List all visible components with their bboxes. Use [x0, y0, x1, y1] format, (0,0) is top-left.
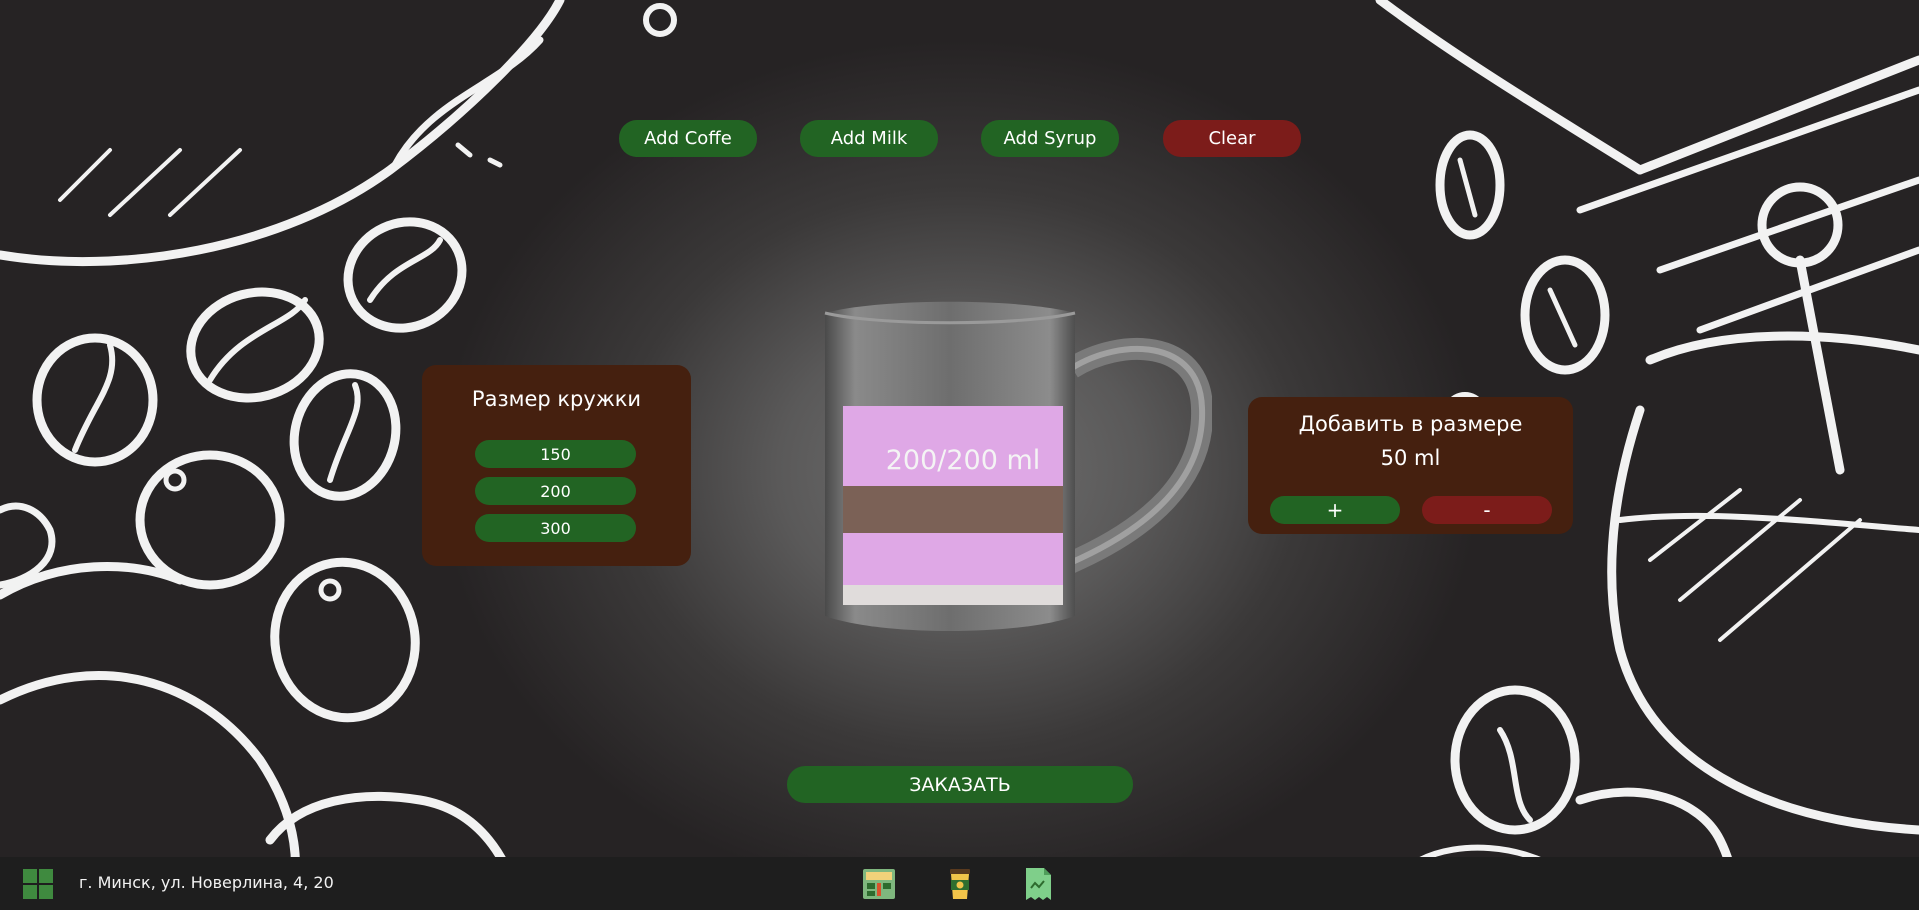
order-button[interactable]: ЗАКАЗАТЬ: [787, 766, 1133, 803]
mug-contents: [843, 406, 1063, 605]
add-amount-value: 50 ml: [1380, 446, 1441, 470]
address-text: г. Минск, ул. Новерлина, 4, 20: [79, 873, 334, 892]
taskbar: г. Минск, ул. Новерлина, 4, 20: [0, 857, 1919, 910]
windows-start-icon[interactable]: [22, 868, 54, 900]
coffee-cup-icon[interactable]: [942, 866, 978, 902]
add-amount-panel: Добавить в размере 50 ml + -: [1248, 397, 1573, 534]
mug-size-title: Размер кружки: [471, 387, 642, 411]
add-milk-button[interactable]: Add Milk: [800, 120, 938, 157]
syrup-layer: [843, 533, 1063, 585]
size-option-300[interactable]: 300: [475, 514, 636, 542]
cash-register-icon[interactable]: [861, 866, 897, 902]
size-option-200[interactable]: 200: [475, 477, 636, 505]
clear-button[interactable]: Clear: [1163, 120, 1301, 157]
receipt-icon[interactable]: [1020, 866, 1056, 902]
size-option-150[interactable]: 150: [475, 440, 636, 468]
add-syrup-button[interactable]: Add Syrup: [981, 120, 1119, 157]
increase-amount-button[interactable]: +: [1270, 496, 1400, 524]
add-coffee-button[interactable]: Add Coffe: [619, 120, 757, 157]
add-amount-title: Добавить в размере: [1298, 412, 1523, 436]
coffee-layer: [843, 486, 1063, 533]
mug-fill-label: 200/200 ml: [885, 445, 1041, 476]
mug-size-panel: Размер кружки 150 200 300: [422, 365, 691, 566]
decrease-amount-button[interactable]: -: [1422, 496, 1552, 524]
milk-layer: [843, 585, 1063, 605]
